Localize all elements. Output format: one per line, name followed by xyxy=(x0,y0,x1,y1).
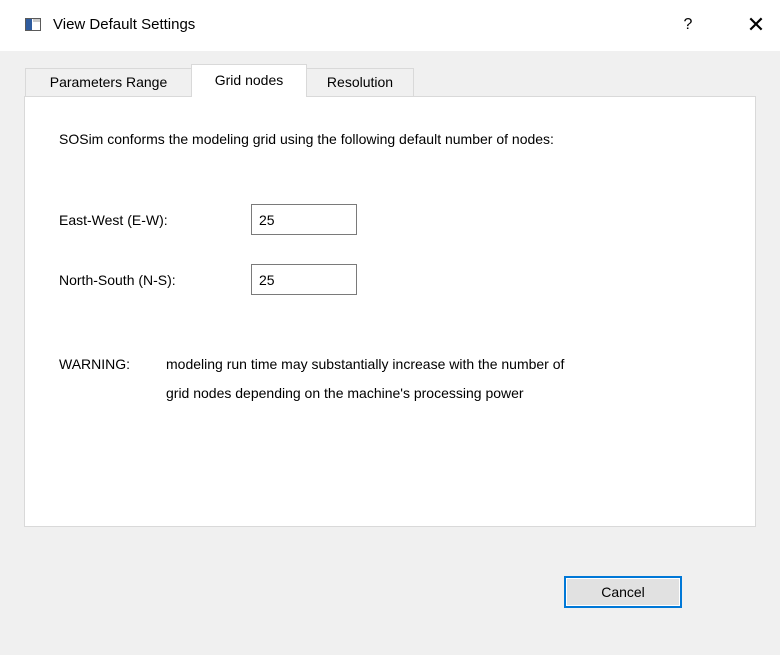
close-icon: ✕ xyxy=(746,12,766,37)
close-button[interactable]: ✕ xyxy=(738,10,774,40)
tab-label: Parameters Range xyxy=(49,74,168,90)
cancel-button[interactable]: Cancel xyxy=(564,576,682,608)
tab-label: Resolution xyxy=(326,74,394,90)
east-west-input[interactable] xyxy=(251,204,357,235)
warning-text-line-1: modeling run time may substantially incr… xyxy=(166,356,565,372)
help-button[interactable]: ? xyxy=(670,10,706,40)
warning-text-line-2: grid nodes depending on the machine's pr… xyxy=(166,385,524,401)
tab-label: Grid nodes xyxy=(214,72,284,88)
grid-nodes-panel: SOSim conforms the modeling grid using t… xyxy=(24,96,756,527)
tab-parameters-range[interactable]: Parameters Range xyxy=(25,68,192,96)
north-south-label: North-South (N-S): xyxy=(59,272,176,288)
help-icon: ? xyxy=(683,16,693,33)
app-window-icon xyxy=(25,18,41,31)
tab-grid-nodes[interactable]: Grid nodes xyxy=(191,64,307,97)
window-title: View Default Settings xyxy=(53,16,196,33)
intro-text: SOSim conforms the modeling grid using t… xyxy=(59,131,554,147)
title-bar: View Default Settings ? ✕ xyxy=(0,0,780,51)
north-south-input[interactable] xyxy=(251,264,357,295)
warning-label: WARNING: xyxy=(59,356,131,372)
tab-resolution[interactable]: Resolution xyxy=(306,68,414,96)
east-west-label: East-West (E-W): xyxy=(59,212,168,228)
dialog-window: View Default Settings ? ✕ Parameters Ran… xyxy=(0,0,780,655)
